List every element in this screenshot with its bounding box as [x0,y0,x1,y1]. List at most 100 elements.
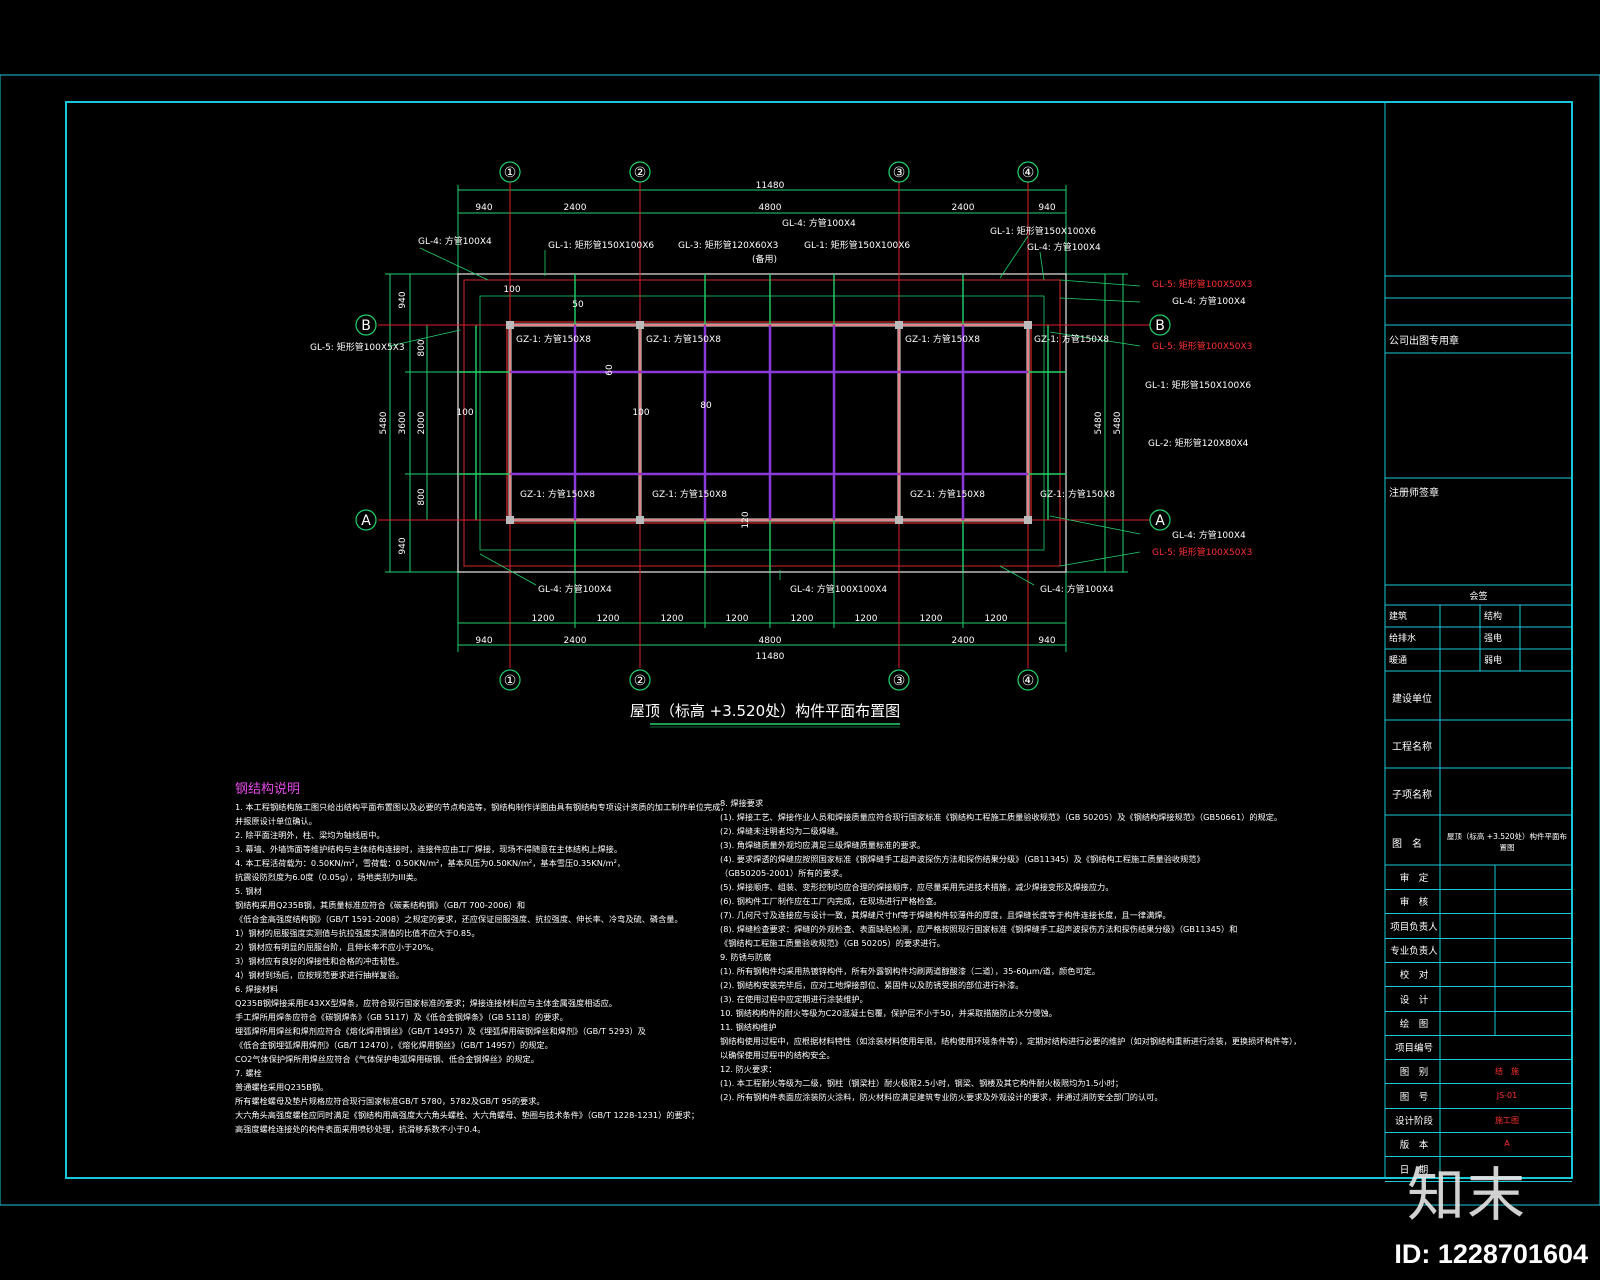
note-line: (8). 焊缝检查要求：焊缝的外观检查、表面缺陷检测，应严格按照现行国家标准《钢… [720,924,1238,934]
label-gz1: GZ-1: 方管150X8 [516,333,591,345]
axis-label-bottom-3: ③ [893,673,906,689]
inner-mark: 60 [605,364,615,376]
label-gl4: GL-4: 方管100X4 [1027,241,1101,253]
note-line: 2）钢材应有明显的屈服台阶，且伸长率不应小于20%。 [235,942,439,952]
axis-label-top-4: ④ [1022,165,1035,181]
note-line: 3）钢材应有良好的焊接性和合格的冲击韧性。 [235,956,404,966]
note-line: 大六角头高强度螺栓应同时满足《钢结构用高强度大六角头螺栓、大六角螺母、垫圈与技术… [235,1110,700,1120]
note-line: (3). 角焊缝质量外观均应满足三级焊缝质量标准的要求。 [720,840,926,850]
label-gl1: GL-1: 矩形管150X100X6 [1145,379,1251,391]
role-label: 图 号 [1399,1091,1429,1103]
dim-left: 800 [417,488,427,505]
axis-label-top-2: ② [634,165,647,181]
column [1024,516,1032,524]
dim-right-overall: 5480 [1094,411,1104,434]
axis-label-left-b: B [361,318,371,334]
dim-top: 2400 [952,203,975,213]
dim-total-bottom: 11480 [756,652,785,662]
label-gz1: GZ-1: 方管150X8 [1034,333,1109,345]
role-label: 项目编号 [1394,1043,1433,1055]
note-line: (6). 钢构件工厂制作应在工厂内完成，在现场进行严格检查。 [720,896,942,906]
role-label: 设计阶段 [1394,1116,1433,1127]
dim-bottom: 940 [1038,636,1055,646]
column [895,321,903,329]
note-line: (5). 焊接顺序、组装、变形控制均应合理的焊接顺序，应尽量采用先进技术措施，减… [720,882,1114,892]
role-label: 校 对 [1399,970,1429,982]
note-line: 10. 钢结构构件的耐火等级为C20混凝土包覆，保护层不小于50，并采取措施防止… [720,1008,1057,1018]
drawing-title: 屋顶（标高 +3.520处）构件平面布置图 [630,702,900,720]
role-row-divider [1385,1059,1572,1061]
axis-label-right-a: A [1155,513,1165,529]
dim-left-overall: 5480 [379,411,389,434]
label-gl3: GL-3: 矩形管120X60X3 [678,239,778,251]
dimension-texts: 11480 940 2400 4800 2400 940 1200 1200 1… [379,181,1123,662]
notes-right: 8. 焊接要求 (1). 焊接工艺、焊接作业人员和焊接质量应符合现行国家标准《钢… [720,796,1302,1104]
note-line: 8. 焊接要求 [720,798,764,808]
note-line: (2). 所有钢构件表面应涂装防火涂料，防火材料应满足建筑专业防火要求及外观设计… [720,1092,1163,1102]
note-line: 4）钢材到场后，应按规范要求进行抽样复验。 [235,970,404,980]
sign-label: 强电 [1484,634,1503,644]
project-row-label: 建设单位 [1392,694,1432,705]
cantilever-members [458,274,1066,572]
dim-bottom: 2400 [564,636,587,646]
dim-left: 800 [417,339,427,356]
role-row-divider [1385,913,1572,915]
column [506,321,514,329]
note-line: 《低合金高强度结构钢》（GB/T 1591-2008）之规定的要求，还应保证屈服… [235,914,683,924]
role-label: 审 核 [1399,897,1429,909]
inner-mark: 100 [503,285,520,295]
label-gl5-red: GL-5: 矩形管100X50X3 [1152,546,1252,558]
label-gl2: GL-2: 矩形管120X80X4 [1148,437,1249,449]
axis-label-bottom-1: ① [504,673,517,689]
project-row-label: 子项名称 [1392,790,1432,801]
dim-left: 2000 [417,411,427,434]
label-gl4: GL-4: 方管100X4 [538,583,612,595]
dim-left: 940 [398,291,408,308]
label-gl4: GL-4: 方管100X4 [1040,583,1114,595]
dim-top: 940 [475,203,492,213]
dim-sub: 1200 [855,614,878,624]
sign-label: 弱电 [1484,656,1503,666]
inner-mark: 120 [741,511,751,528]
dim-right-overall: 5480 [1113,411,1123,434]
dim-sub: 1200 [532,614,555,624]
note-line: 并报原设计单位确认。 [235,816,317,826]
label-gz1: GZ-1: 方管150X8 [646,333,721,345]
note-line: 7. 螺栓 [235,1068,262,1078]
label-gz1: GZ-1: 方管150X8 [520,488,595,500]
label-gl5: GL-5: 矩形管100X5X3 [310,341,405,353]
note-line: 抗震设防烈度为6.0度（0.05g），场地类别为III类。 [235,872,422,882]
column [636,321,644,329]
label-gz1: GZ-1: 方管150X8 [905,333,980,345]
note-line: (2). 钢结构安装完毕后，应对工地焊接部位、紧固件以及防锈受损的部位进行补漆。 [720,980,1024,990]
label-gl1: GL-1: 矩形管150X100X6 [548,239,654,251]
column [506,516,514,524]
role-row-divider [1385,889,1572,890]
role-row-divider [1385,937,1572,939]
role-row-divider [1385,961,1572,963]
sign-label: 给排水 [1389,634,1417,644]
dim-sub: 1200 [661,614,684,624]
notes-title: 钢结构说明 [235,782,301,797]
role-row-divider [1385,1132,1572,1133]
registered-seal-label: 注册师签章 [1389,488,1439,499]
label-gl5-red: GL-5: 矩形管100X50X3 [1152,278,1252,290]
role-row-divider [1385,1010,1572,1012]
inner-mark: 100 [632,408,649,418]
dim-left-total: 3600 [398,411,408,434]
dim-bottom: 2400 [952,636,975,646]
dim-top: 2400 [564,203,587,213]
project-row-value: 屋顶（标高 +3.520处）构件平面布置图 [1446,832,1568,852]
note-line: 3. 幕墙、外墙饰面等维护结构与主体结构连接时，连接件应由工厂焊接，现场不得随意… [235,844,623,854]
column [895,516,903,524]
label-gl5-red: GL-5: 矩形管100X50X3 [1152,340,1252,352]
dim-sub: 1200 [985,614,1008,624]
company-seal-label: 公司出图专用章 [1389,336,1459,347]
note-line: (7). 几何尺寸及连接应与设计一致，其焊缝尺寸hf等于焊缝构件较薄件的厚度，且… [720,910,1171,920]
role-row-divider [1385,1083,1572,1085]
note-line: 钢结构使用过程中，应根据材料特性（如涂装材料使用年限，结构使用环境条件等），定期… [720,1036,1302,1046]
dim-sub: 1200 [726,614,749,624]
role-row-divider [1385,1107,1572,1109]
dim-sub: 1200 [920,614,943,624]
label-gl4: GL-4: 方管100X4 [782,217,856,229]
